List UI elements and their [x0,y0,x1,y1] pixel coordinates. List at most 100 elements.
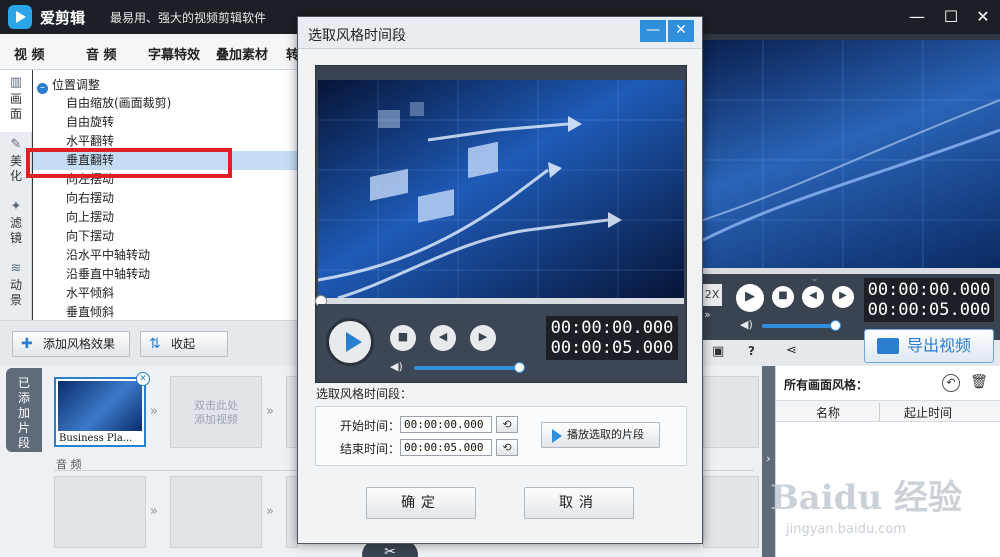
tree-group-label: 位置调整 [52,78,101,92]
vtab-motion[interactable]: ≋ 动景 [0,256,32,318]
clip-name: Business Pla... [59,433,133,444]
effect-item[interactable]: 水平翻转 [33,132,300,151]
dialog-prev-icon[interactable]: ◀ [430,325,456,351]
end-time-clock-icon[interactable]: ⟲ [496,439,518,456]
added-clips-tab-label: 已添加片段 [17,376,30,450]
dialog-time-current: 00:00:00.000 [550,318,674,338]
dialog-time-display: 00:00:00.000 00:00:05.000 [546,316,678,360]
added-clips-tab[interactable]: 已添加片段 [6,368,42,452]
clip-card[interactable]: Business Pla... [54,377,146,447]
end-time-input[interactable]: 00:00:05.000 [400,439,492,456]
main-time-display: 00:00:00.000 00:00:05.000 [864,278,994,322]
app-slogan: 最易用、强大的视频剪辑软件 [110,11,267,25]
dialog-volume-knob[interactable] [514,362,525,373]
dialog-volume-slider[interactable] [414,362,525,373]
next-frame-icon[interactable]: » [704,308,711,321]
dialog-player: ⌄ ■ ◀ ▶ ◀) 00:00:00.000 00:00:05.000 [315,65,687,383]
select-style-period-dialog: 选取风格时间段 — ✕ ■ ◀ ▶ ◀) 00:00:00.000 00:00:… [297,16,703,544]
col-name-header: 名称 [816,406,841,420]
dialog-video-preview[interactable] [318,80,684,298]
main-preview-video[interactable] [702,40,1000,268]
start-time-input[interactable]: 00:00:00.000 [400,416,492,433]
tab-video[interactable]: 视 频 [14,44,45,63]
export-icon [877,338,899,354]
dialog-volume-icon[interactable]: ◀) [390,360,403,373]
dialog-stop-icon[interactable]: ■ [390,325,416,351]
vtab-screen[interactable]: ▥ 画面 [0,70,32,132]
slot-hint: 双击此处 添加视频 [194,399,238,426]
chevron-down-icon[interactable]: ⌄ [811,274,819,284]
dialog-time-total: 00:00:05.000 [550,338,674,358]
minimize-icon[interactable]: — [906,6,928,28]
collapse-button[interactable]: ⇅ 收起 [140,331,228,357]
effect-item-selected[interactable]: 垂直翻转 [33,151,300,170]
export-video-label: 导出视频 [907,336,972,355]
main-volume-knob[interactable] [830,320,841,331]
dialog-minimize-icon[interactable]: — [640,20,666,42]
vtab-beautify[interactable]: ✎ 美化 [0,132,32,194]
clip-remove-icon[interactable]: ✕ [136,372,150,386]
undo-icon[interactable]: ↶ [942,374,960,392]
vtab-label: 滤镜 [9,216,22,245]
save-icon[interactable]: ▣ [712,344,724,359]
speed-button[interactable]: 2X [702,284,722,306]
empty-clip-slot[interactable] [703,376,759,448]
watermark-logo: Baidu 经验 [770,478,963,518]
chevron-right-icon: » [266,404,274,419]
panel-toggle-icon[interactable]: › [762,366,775,557]
trash-icon[interactable]: 🗑 [970,374,988,392]
effect-category-tabs: ▥ 画面 ✎ 美化 ✦ 滤镜 ≋ 动景 [0,70,32,320]
dialog-close-icon[interactable]: ✕ [668,20,694,42]
share-icon[interactable]: ⋖ [786,343,797,358]
maximize-icon[interactable]: ☐ [940,6,962,28]
play-icon[interactable]: ▶ [736,284,764,312]
effect-item[interactable]: 沿垂直中轴转动 [33,265,300,284]
main-seek-bar[interactable] [700,268,1000,274]
add-style-effect-button[interactable]: ✚ 添加风格效果 [12,331,130,357]
collapse-icon[interactable]: – [37,83,48,94]
audio-slot[interactable] [54,476,146,548]
main-volume-slider[interactable] [762,320,841,331]
chevron-right-icon: » [150,504,158,519]
effect-item[interactable]: 水平倾斜 [33,284,300,303]
effect-item[interactable]: 垂直倾斜 [33,303,300,320]
effect-item[interactable]: 向右摆动 [33,189,300,208]
cancel-button[interactable]: 取消 [524,487,634,519]
dialog-preview-art [318,80,684,298]
tab-subtitle-effects[interactable]: 字幕特效 [148,44,200,63]
effect-item[interactable]: 向上摆动 [33,208,300,227]
effect-item[interactable]: 自由旋转 [33,113,300,132]
dialog-play-button[interactable] [326,318,374,366]
tab-overlay-material[interactable]: 叠加素材 [216,44,268,63]
period-section-label: 选取风格时间段： [316,387,413,401]
tree-group-position[interactable]: – 位置调整 [37,76,100,94]
stop-icon[interactable]: ■ [772,286,794,308]
effect-item[interactable]: 向下摆动 [33,227,300,246]
audio-slot[interactable] [703,476,759,548]
ok-button[interactable]: 确定 [366,487,476,519]
effect-item[interactable]: 自由缩放(画面裁剪) [33,94,300,113]
add-style-effect-label: 添加风格效果 [43,337,116,351]
volume-icon[interactable]: ◀) [740,318,753,331]
export-video-button[interactable]: 导出视频 [864,329,994,363]
app-logo-icon [8,5,32,29]
effect-item[interactable]: 向左摆动 [33,170,300,189]
play-selected-segment-button[interactable]: 播放选取的片段 [541,422,660,448]
tab-audio[interactable]: 音 频 [86,44,117,63]
empty-clip-slot[interactable]: 双击此处 添加视频 [170,376,262,448]
effect-item[interactable]: 沿水平中轴转动 [33,246,300,265]
collapse-arrows-icon: ⇅ [149,336,161,352]
chevron-right-icon: » [266,504,274,519]
next-icon[interactable]: ▶ [832,286,854,308]
dialog-next-icon[interactable]: ▶ [470,325,496,351]
vtab-label: 美化 [9,154,22,183]
wave-icon: ≋ [10,261,22,276]
help-icon[interactable]: ? [748,344,755,358]
dialog-title: 选取风格时间段 [308,28,406,44]
start-time-clock-icon[interactable]: ⟲ [496,416,518,433]
vtab-filter[interactable]: ✦ 滤镜 [0,194,32,256]
col-time-header: 起止时间 [904,406,953,420]
close-icon[interactable]: ✕ [972,6,994,28]
audio-slot[interactable] [170,476,262,548]
prev-icon[interactable]: ◀ [802,286,824,308]
